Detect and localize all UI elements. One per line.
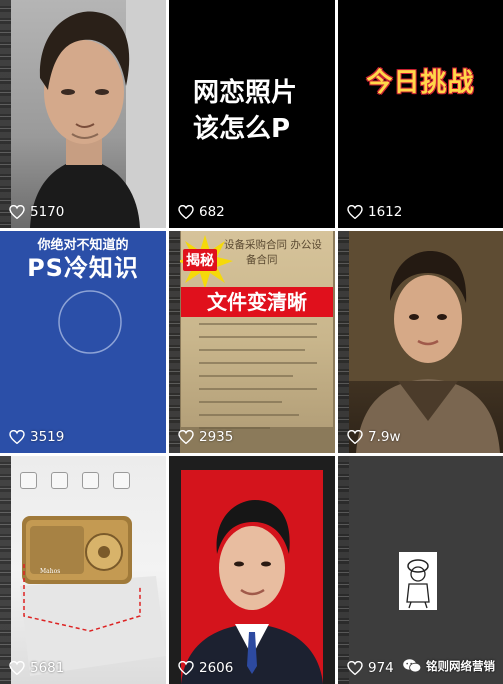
likes-count: 1612 — [368, 204, 403, 220]
video-grid: 5170 网恋照片 该怎么P 682 今日挑战 1612 你绝对不知道的 PS冷… — [0, 0, 503, 684]
likes-counter[interactable]: 682 — [178, 204, 225, 220]
toolbar-strip — [169, 231, 180, 453]
likes-counter[interactable]: 7.9w — [347, 429, 401, 445]
circle-graphic — [58, 290, 122, 354]
likes-counter[interactable]: 2606 — [178, 660, 233, 676]
radio-brand-label: Mahos — [40, 568, 61, 575]
tile-title: 今日挑战 — [366, 68, 475, 98]
watermark-text: 铭则网络营销 — [426, 659, 495, 673]
heart-icon — [178, 430, 194, 444]
document-heading-line2: 备合同 — [246, 254, 278, 266]
heart-icon — [347, 205, 363, 219]
tile-title-line1: 网恋照片 — [193, 78, 298, 108]
likes-count: 2935 — [199, 429, 234, 445]
likes-counter[interactable]: 2935 — [178, 429, 233, 445]
likes-counter[interactable]: 1612 — [347, 204, 402, 220]
toolbar-strip — [0, 0, 11, 228]
document-heading-line1: 设备采购合同 办公设 — [224, 239, 322, 251]
heart-icon — [9, 661, 25, 675]
toolbar-strip — [0, 456, 11, 684]
likes-count: 5681 — [30, 660, 65, 676]
heart-icon — [9, 430, 25, 444]
likes-counter[interactable]: 5681 — [9, 660, 64, 676]
heart-icon — [178, 205, 194, 219]
likes-count: 5170 — [30, 204, 65, 220]
likes-count: 682 — [199, 204, 225, 220]
toolbar-strip — [338, 456, 349, 684]
wechat-icon — [403, 659, 422, 673]
document-text-lines — [199, 323, 317, 440]
comic-sketch-image — [399, 552, 437, 610]
document-heading: 设备采购合同 办公设 备合同 — [224, 238, 322, 268]
video-tile-3[interactable]: 今日挑战 1612 — [338, 0, 503, 228]
video-tile-6[interactable]: 7.9w — [338, 231, 503, 453]
likes-counter[interactable]: 974 — [347, 660, 394, 676]
video-tile-4[interactable]: 你绝对不知道的 PS冷知识 3519 — [0, 231, 166, 453]
video-tile-5[interactable]: 设备采购合同 办公设 备合同 揭秘 文件变清晰 2935 — [169, 231, 335, 453]
video-tile-8[interactable]: 2606 — [169, 456, 335, 684]
video-tile-9[interactable]: 974 铭则网络营销 — [338, 456, 503, 684]
likes-counter[interactable]: 5170 — [9, 204, 64, 220]
heart-icon — [347, 430, 363, 444]
video-tile-1[interactable]: 5170 — [0, 0, 166, 228]
heart-icon — [9, 205, 25, 219]
watermark: 铭则网络营销 — [402, 658, 495, 674]
likes-counter[interactable]: 3519 — [9, 429, 64, 445]
id-photo-image — [181, 470, 323, 684]
toolbar-strip — [338, 231, 349, 453]
radio-image — [20, 516, 166, 676]
banner-title: 文件变清晰 — [181, 287, 333, 317]
likes-count: 7.9w — [368, 429, 401, 445]
tile-title-line2: 该怎么P — [193, 114, 291, 144]
reveal-badge: 揭秘 — [183, 249, 217, 271]
likes-count: 2606 — [199, 660, 234, 676]
likes-count: 3519 — [30, 429, 65, 445]
portrait-image — [30, 11, 140, 228]
video-tile-2[interactable]: 网恋照片 该怎么P 682 — [169, 0, 335, 228]
heart-icon — [178, 661, 194, 675]
costume-portrait-image — [338, 231, 503, 453]
video-tile-7[interactable]: Mahos 5681 — [0, 456, 166, 684]
likes-count: 974 — [368, 660, 394, 676]
heart-icon — [347, 661, 363, 675]
